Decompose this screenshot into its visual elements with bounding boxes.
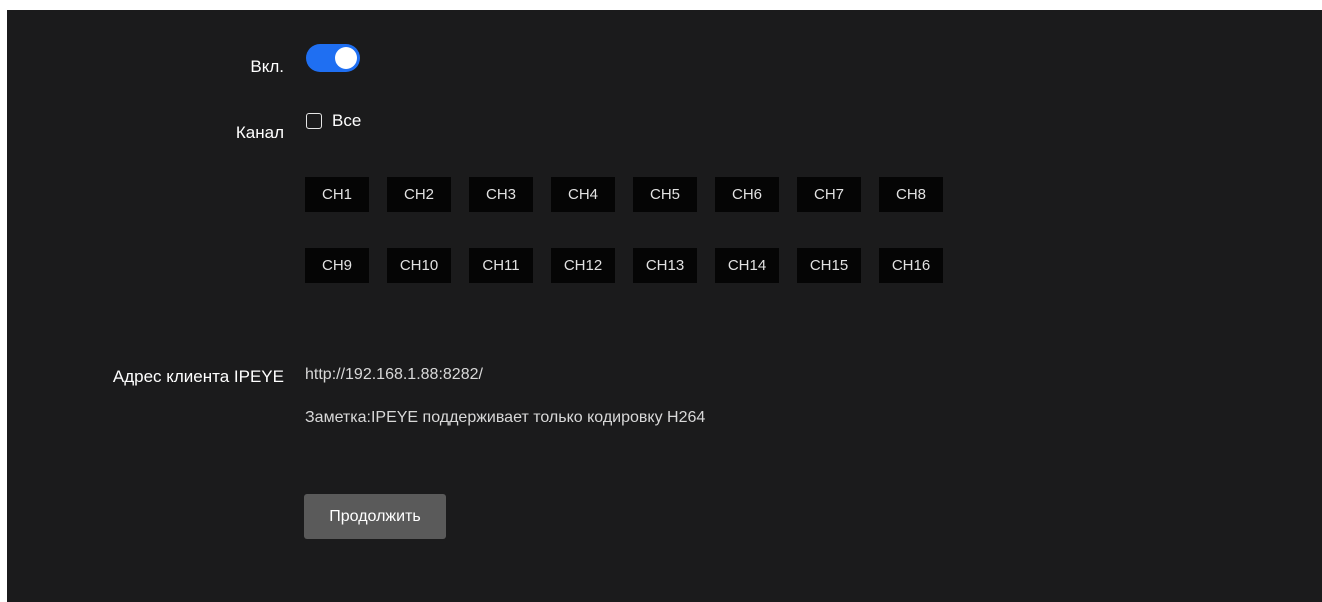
encoding-note: Заметка:IPEYE поддерживает только кодиро…	[305, 409, 706, 426]
select-all-channels[interactable]: Все	[306, 111, 361, 131]
channel-grid: CH1 CH2 CH3 CH4 CH5 CH6 CH7 CH8 CH9 CH10…	[305, 177, 965, 319]
channel-button-ch12[interactable]: CH12	[551, 248, 615, 283]
channel-button-ch9[interactable]: CH9	[305, 248, 369, 283]
channel-button-ch4[interactable]: CH4	[551, 177, 615, 212]
channel-button-ch7[interactable]: CH7	[797, 177, 861, 212]
enable-label: Вкл.	[250, 57, 284, 76]
channel-button-ch5[interactable]: CH5	[633, 177, 697, 212]
continue-button[interactable]: Продолжить	[304, 494, 446, 539]
select-all-checkbox[interactable]	[306, 113, 322, 129]
channel-row-2: CH9 CH10 CH11 CH12 CH13 CH14 CH15 CH16	[305, 248, 965, 283]
channel-label: Канал	[235, 123, 284, 142]
channel-button-ch13[interactable]: CH13	[633, 248, 697, 283]
channel-button-ch8[interactable]: CH8	[879, 177, 943, 212]
channel-button-ch2[interactable]: CH2	[387, 177, 451, 212]
channel-button-ch15[interactable]: CH15	[797, 248, 861, 283]
enable-toggle[interactable]	[306, 44, 360, 72]
channel-button-ch10[interactable]: CH10	[387, 248, 451, 283]
channel-row-1: CH1 CH2 CH3 CH4 CH5 CH6 CH7 CH8	[305, 177, 965, 212]
channel-button-ch6[interactable]: CH6	[715, 177, 779, 212]
channel-button-ch16[interactable]: CH16	[879, 248, 943, 283]
toggle-knob	[335, 47, 357, 69]
channel-button-ch1[interactable]: CH1	[305, 177, 369, 212]
select-all-label: Все	[332, 111, 362, 130]
client-address-value: http://192.168.1.88:8282/	[305, 366, 483, 383]
channel-button-ch3[interactable]: CH3	[469, 177, 533, 212]
channel-button-ch11[interactable]: CH11	[469, 248, 533, 283]
client-address-label: Адрес клиента IPEYE	[112, 367, 284, 386]
channel-button-ch14[interactable]: CH14	[715, 248, 779, 283]
